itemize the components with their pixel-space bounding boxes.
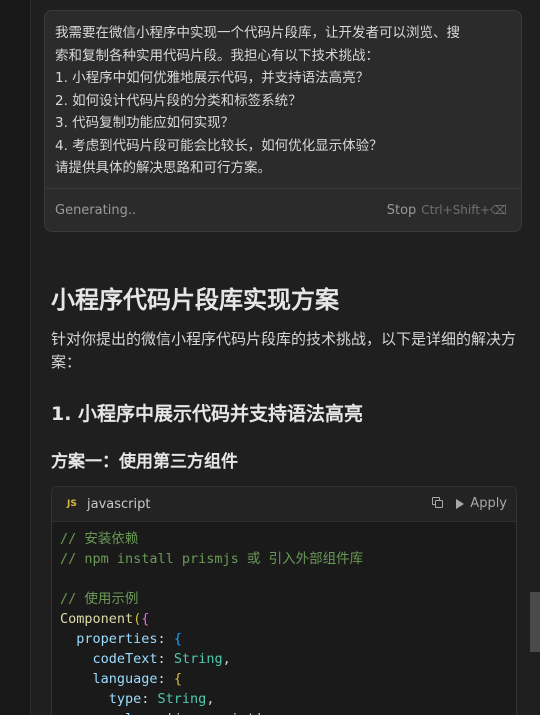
subsection-heading: 方案一：使用第三方组件 <box>51 452 238 472</box>
code-line: codeText: String, <box>60 649 363 669</box>
prompt-divider <box>45 188 521 189</box>
prompt-line: 2. 如何设计代码片段的分类和标签系统？ <box>55 92 302 109</box>
section-heading: 1. 小程序中展示代码并支持语法高亮 <box>51 403 364 425</box>
code-block: JS javascript Apply // 安装依赖 // npm instal… <box>51 486 517 715</box>
code-line: // 使用示例 <box>60 589 363 609</box>
prompt-line: 3. 代码复制功能应如何实现？ <box>55 115 235 131</box>
code-token: Component <box>60 611 134 627</box>
code-line: // 安装依赖 <box>60 529 363 549</box>
code-line: Component({ <box>60 609 363 629</box>
prompt-line: 4. 考虑到代码片段可能会比较长，如何优化显示体验？ <box>55 137 383 154</box>
code-body: // 安装依赖// npm install prismjs 或 引入外部组件库 … <box>60 529 363 715</box>
code-token: // 安装依赖 <box>60 531 139 547</box>
prompt-line: 我需要在微信小程序中实现一个代码片段库，让开发者可以浏览、搜 <box>55 25 460 41</box>
stop-label: Stop <box>386 203 417 218</box>
copy-icon[interactable] <box>432 497 444 509</box>
chat-panel: 我需要在微信小程序中实现一个代码片段库，让开发者可以浏览、搜 索和复制各种实用代… <box>0 0 540 715</box>
stop-button[interactable]: Stop Ctrl+Shift+⌫ <box>387 203 507 218</box>
code-token: // npm install prismjs 或 引入外部组件库 <box>60 551 364 567</box>
prompt-line: 请提供具体的解决思路和可行方案。 <box>55 160 271 176</box>
javascript-icon: JS <box>67 499 77 509</box>
apply-button[interactable]: Apply <box>456 496 507 511</box>
left-rail <box>0 0 31 715</box>
code-line: // npm install prismjs 或 引入外部组件库 <box>60 549 363 569</box>
code-token: { <box>141 611 150 627</box>
code-token: value <box>60 711 150 715</box>
code-token: { <box>173 631 182 647</box>
code-token: String <box>173 651 223 667</box>
play-icon <box>456 498 465 509</box>
code-token: , <box>222 651 231 667</box>
apply-label: Apply <box>470 496 507 511</box>
code-token: 'javascript' <box>166 711 264 715</box>
user-prompt-card: 我需要在微信小程序中实现一个代码片段库，让开发者可以浏览、搜 索和复制各种实用代… <box>44 10 522 232</box>
scrollbar-thumb[interactable] <box>530 592 540 652</box>
response-intro: 针对你提出的微信小程序代码片段库的技术挑战，以下是详细的解决方案： <box>51 330 517 371</box>
code-token: : <box>141 691 158 707</box>
user-prompt-text: 我需要在微信小程序中实现一个代码片段库，让开发者可以浏览、搜 索和复制各种实用代… <box>55 22 513 180</box>
code-token: : <box>157 651 174 667</box>
code-line: language: { <box>60 669 363 689</box>
code-token: properties <box>60 631 158 647</box>
code-block-header: JS javascript Apply <box>52 487 516 522</box>
code-token: language <box>60 671 158 687</box>
code-token: : <box>149 711 165 715</box>
response-title: 小程序代码片段库实现方案 <box>51 286 339 314</box>
code-token: : <box>157 671 174 687</box>
code-language: javascript <box>87 497 151 512</box>
code-token: String <box>157 691 207 707</box>
prompt-line: 索和复制各种实用代码片段。我担心有以下技术挑战： <box>55 47 379 64</box>
code-token: { <box>173 671 182 687</box>
code-line: properties: { <box>60 629 363 649</box>
prompt-line: 1. 小程序中如何优雅地展示代码，并支持语法高亮？ <box>55 70 370 86</box>
code-token: , <box>206 691 215 707</box>
generating-status: Generating.. <box>55 203 137 218</box>
code-line: value: 'javascript' <box>60 709 363 715</box>
stop-shortcut: Ctrl+Shift+⌫ <box>421 203 507 217</box>
code-token: type <box>60 691 142 707</box>
code-token: codeText <box>60 651 158 667</box>
code-token: // 使用示例 <box>60 591 139 607</box>
code-line: type: String, <box>60 689 363 709</box>
code-token: : <box>157 631 174 647</box>
